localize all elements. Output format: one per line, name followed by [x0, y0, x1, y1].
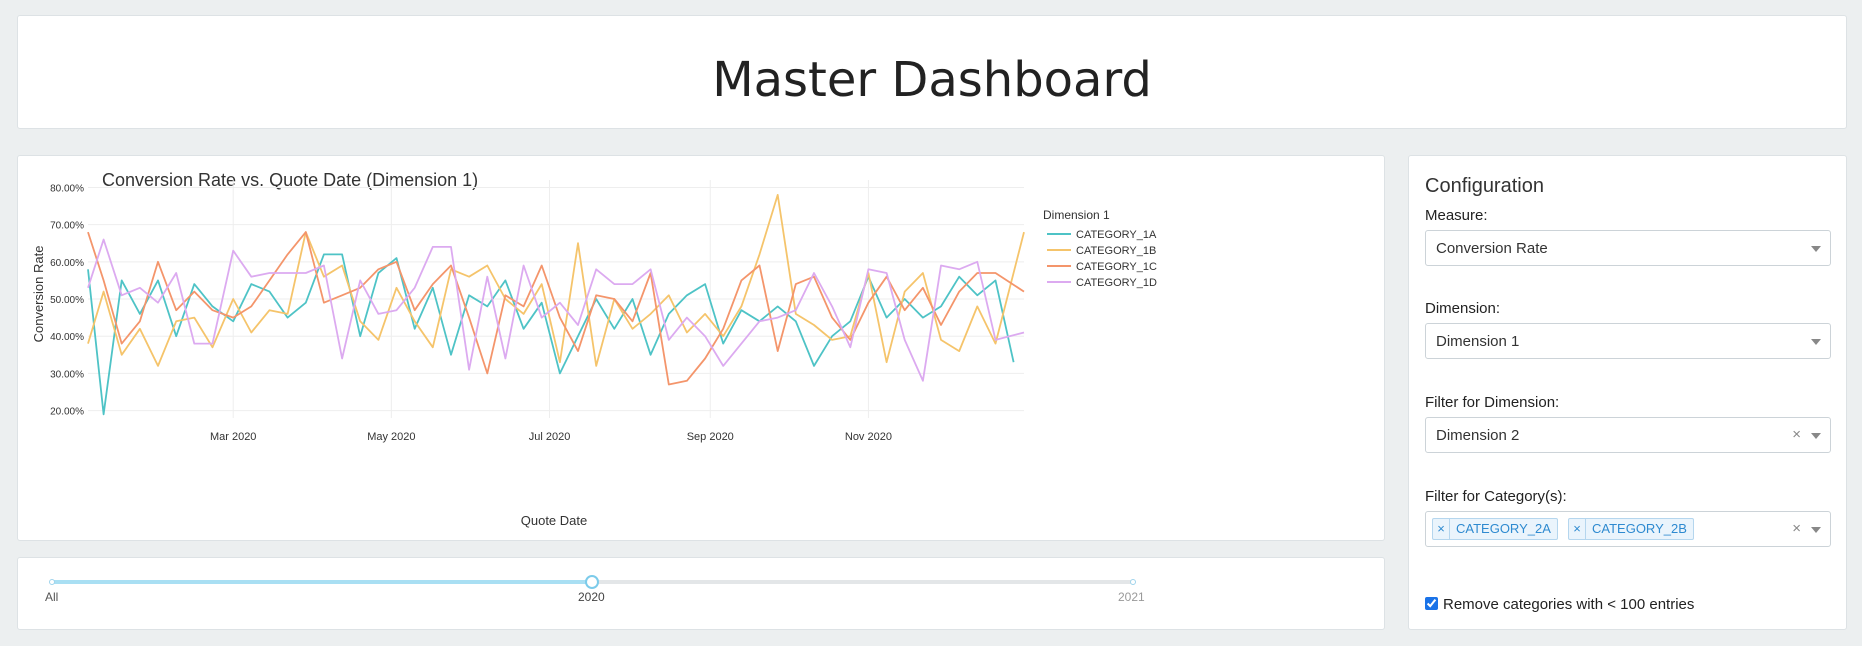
- page-title: Master Dashboard: [712, 52, 1152, 108]
- config-title: Configuration: [1425, 175, 1544, 197]
- y-tick-label: 30.00%: [50, 369, 84, 380]
- x-tick-label: Sep 2020: [687, 431, 734, 443]
- line-chart: Conversion Rate vs. Quote Date (Dimensio…: [31, 170, 1157, 528]
- chart-panel: Conversion Rate vs. Quote Date (Dimensio…: [17, 155, 1385, 541]
- clear-icon[interactable]: ×: [1792, 426, 1801, 443]
- filter-dimension-label: Filter for Dimension:: [1425, 394, 1560, 411]
- legend-title: Dimension 1: [1043, 208, 1110, 222]
- chevron-down-icon[interactable]: [1811, 246, 1821, 252]
- remove-small-categories[interactable]: Remove categories with < 100 entries: [1425, 596, 1694, 613]
- y-tick-label: 50.00%: [50, 295, 84, 306]
- y-tick-label: 70.00%: [50, 221, 84, 232]
- legend-item-label[interactable]: CATEGORY_1C: [1076, 261, 1157, 273]
- remove-small-categories-checkbox[interactable]: [1425, 597, 1438, 610]
- measure-select[interactable]: Conversion Rate: [1425, 230, 1831, 266]
- x-tick-label: May 2020: [367, 431, 415, 443]
- clear-icon[interactable]: ×: [1792, 520, 1801, 537]
- filter-category-multiselect[interactable]: × CATEGORY_2A × CATEGORY_2B ×: [1425, 511, 1831, 547]
- y-tick-label: 20.00%: [50, 407, 84, 418]
- year-slider-panel: All 2020 2021: [17, 557, 1385, 630]
- x-tick-label: Mar 2020: [210, 431, 256, 443]
- header-panel: Master Dashboard: [17, 15, 1847, 129]
- tag-remove-icon[interactable]: ×: [1433, 519, 1450, 539]
- x-tick-label: Nov 2020: [845, 431, 892, 443]
- slider-label-2021: 2021: [1118, 590, 1145, 604]
- legend-item-label[interactable]: CATEGORY_1A: [1076, 229, 1157, 241]
- chart-series: [87, 194, 1025, 416]
- category-tag-label: CATEGORY_2B: [1592, 521, 1687, 536]
- legend-item-label[interactable]: CATEGORY_1B: [1076, 245, 1156, 257]
- chevron-down-icon[interactable]: [1811, 527, 1821, 533]
- legend-item-label[interactable]: CATEGORY_1D: [1076, 277, 1157, 289]
- measure-label: Measure:: [1425, 207, 1488, 224]
- tag-remove-icon[interactable]: ×: [1569, 519, 1586, 539]
- filter-dimension-value: Dimension 2: [1436, 427, 1520, 444]
- dimension-select[interactable]: Dimension 1: [1425, 323, 1831, 359]
- filter-category-label: Filter for Category(s):: [1425, 488, 1567, 505]
- slider-label-2020: 2020: [578, 590, 605, 604]
- chevron-down-icon[interactable]: [1811, 339, 1821, 345]
- slider-handle[interactable]: [585, 575, 599, 589]
- chart-legend: Dimension 1 CATEGORY_1A CATEGORY_1B CATEGO…: [1043, 208, 1157, 289]
- x-axis-label: Quote Date: [521, 513, 588, 528]
- y-tick-label: 60.00%: [50, 258, 84, 269]
- dimension-label: Dimension:: [1425, 300, 1501, 317]
- chart-grid: [88, 180, 1024, 418]
- y-axis-label: Conversion Rate: [31, 246, 46, 343]
- y-tick-label: 80.00%: [50, 183, 84, 194]
- slider-mark-2021[interactable]: [1130, 579, 1136, 585]
- slider-label-all: All: [45, 590, 59, 604]
- category-tag[interactable]: × CATEGORY_2A: [1432, 518, 1558, 540]
- slider-fill: [52, 580, 592, 584]
- x-tick-label: Jul 2020: [529, 431, 571, 443]
- chart-axes: 20.00% 30.00% 40.00% 50.00% 60.00% 70.00% 80.0…: [50, 183, 892, 443]
- configuration-panel: Configuration Measure: Conversion Rate D…: [1408, 155, 1847, 630]
- category-tag[interactable]: × CATEGORY_2B: [1568, 518, 1694, 540]
- filter-dimension-select[interactable]: Dimension 2 ×: [1425, 417, 1831, 453]
- remove-small-categories-label: Remove categories with < 100 entries: [1443, 596, 1695, 613]
- y-tick-label: 40.00%: [50, 332, 84, 343]
- category-tag-label: CATEGORY_2A: [1456, 521, 1551, 536]
- slider-mark-all[interactable]: [49, 579, 55, 585]
- measure-value: Conversion Rate: [1436, 240, 1548, 257]
- chevron-down-icon[interactable]: [1811, 433, 1821, 439]
- dimension-value: Dimension 1: [1436, 333, 1520, 350]
